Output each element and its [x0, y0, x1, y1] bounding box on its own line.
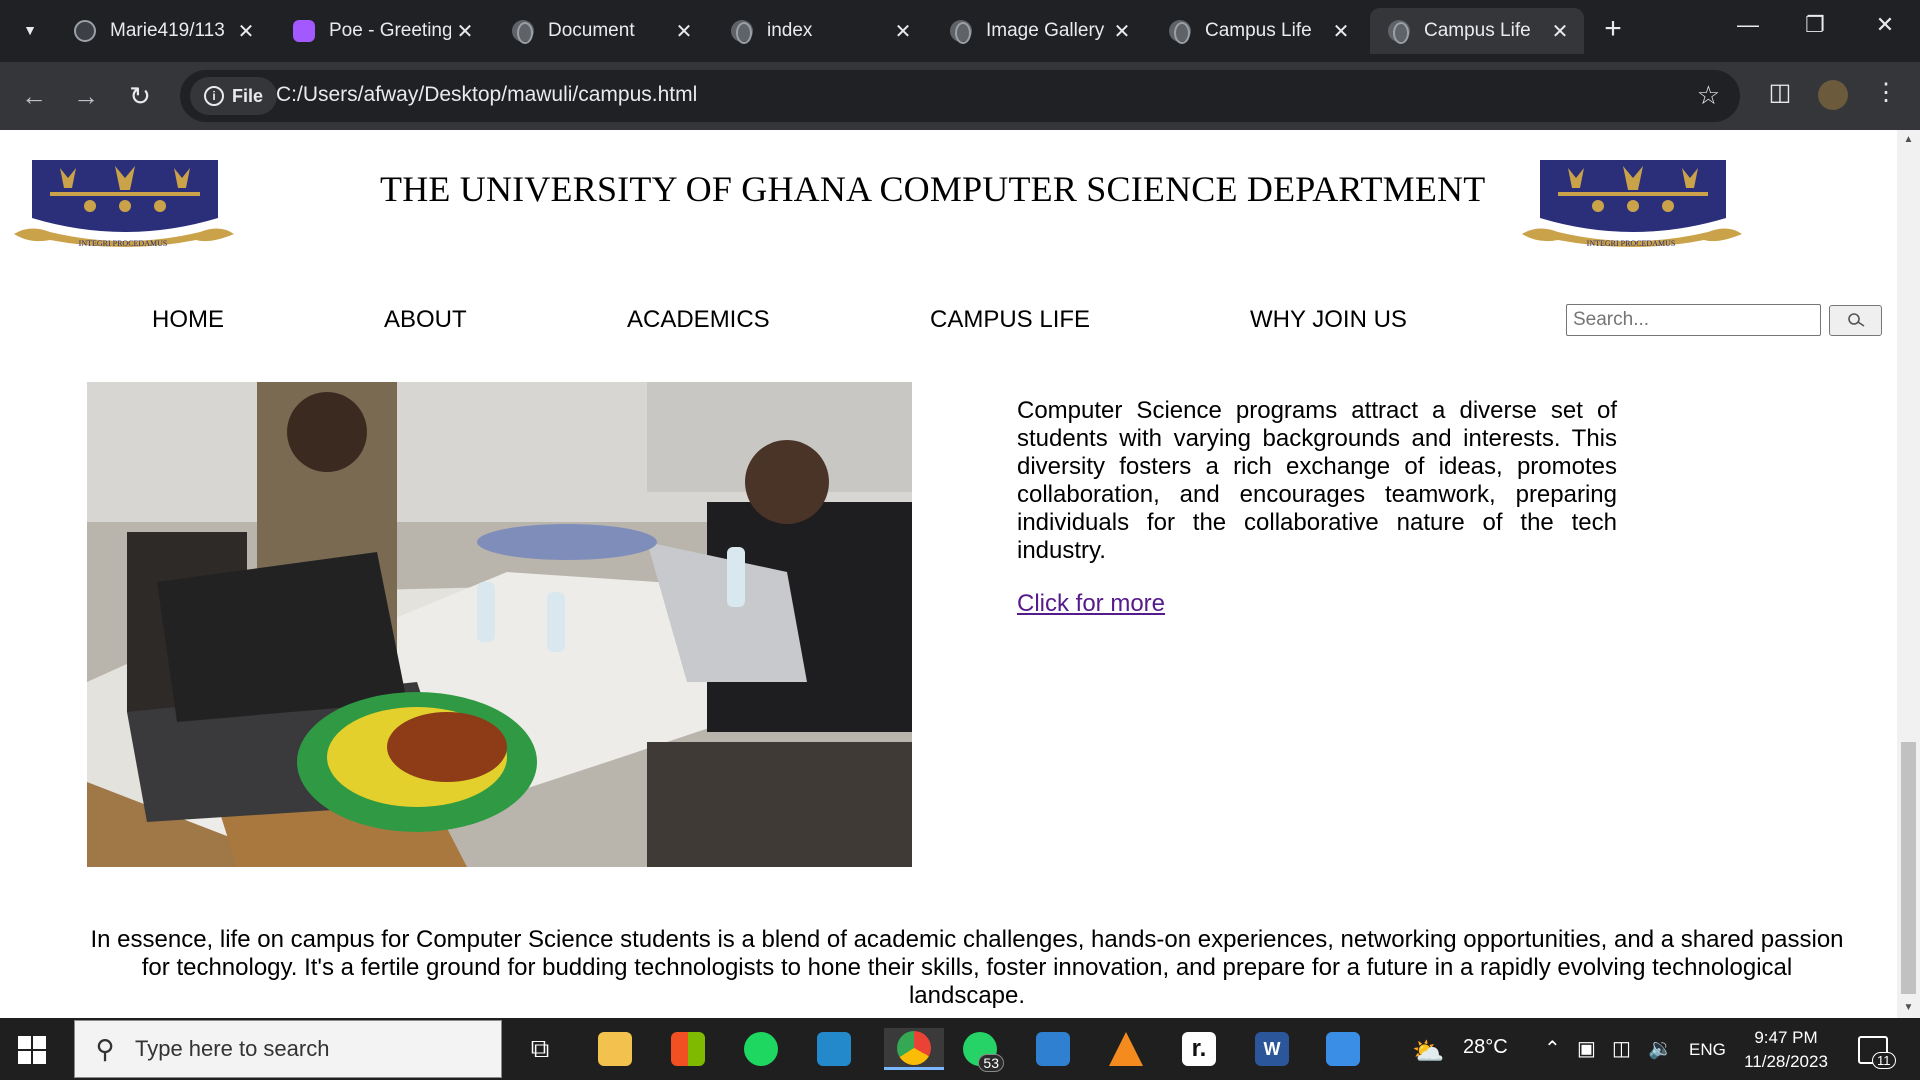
taskbar-search-placeholder: Type here to search [135, 1036, 330, 1061]
nav-campus-life[interactable]: CAMPUS LIFE [930, 306, 1090, 334]
tab-document[interactable]: Document ✕ [494, 8, 708, 54]
tab-close-icon[interactable]: ✕ [451, 19, 479, 44]
minimize-icon[interactable]: — [1723, 12, 1773, 38]
tab-strip: ▼ Marie419/113 ✕ Poe - Greeting ✕ Docume… [0, 0, 1920, 62]
globe-icon [512, 20, 534, 44]
search-icon: ⚲ [95, 1033, 115, 1064]
vscode-icon[interactable] [812, 1028, 856, 1070]
scroll-up-arrow-icon[interactable]: ▲ [1897, 130, 1920, 150]
microsoft-store-icon[interactable] [666, 1028, 710, 1070]
tab-image-gallery[interactable]: Image Gallery ✕ [932, 8, 1146, 54]
campus-students-photo [87, 382, 912, 867]
tab-close-icon[interactable]: ✕ [232, 19, 260, 44]
vlc-icon[interactable] [1104, 1028, 1148, 1070]
word-icon[interactable]: W [1250, 1028, 1294, 1070]
tab-label: Document [548, 20, 635, 41]
tab-index[interactable]: index ✕ [713, 8, 927, 54]
spotify-icon[interactable] [739, 1028, 783, 1070]
nav-home[interactable]: HOME [152, 306, 224, 334]
battery-icon[interactable]: ▣ [1577, 1036, 1596, 1061]
photos-icon[interactable] [1321, 1028, 1365, 1070]
whatsapp-icon[interactable]: 53 [958, 1028, 1004, 1072]
reload-icon[interactable]: ↻ [120, 76, 160, 116]
tab-label: Poe - Greeting [329, 20, 451, 41]
tab-close-icon[interactable]: ✕ [1546, 19, 1574, 44]
weather-icon[interactable]: ⛅ [1412, 1036, 1444, 1067]
crest-motto: INTEGRI PROCEDAMUS [1587, 239, 1676, 248]
chrome-icon[interactable] [884, 1028, 944, 1070]
windows-taskbar: ⚲ Type here to search ⧉ 53 r. W ⛅ 28°C ⌃… [0, 1018, 1920, 1080]
clock-time: 9:47 PM [1754, 1028, 1818, 1047]
tab-github[interactable]: Marie419/113 ✕ [56, 8, 270, 54]
tab-label: Image Gallery [986, 20, 1105, 41]
mail-icon[interactable] [1031, 1028, 1075, 1070]
file-explorer-icon[interactable] [593, 1028, 637, 1070]
address-bar[interactable]: i File C:/Users/afway/Desktop/mawuli/cam… [180, 70, 1740, 122]
forward-arrow-icon[interactable]: → [66, 76, 106, 116]
search-button[interactable] [1829, 305, 1882, 336]
nav-academics[interactable]: ACADEMICS [627, 306, 770, 334]
volume-icon[interactable]: 🔉 [1648, 1036, 1673, 1061]
clock-date: 11/28/2023 [1744, 1052, 1828, 1071]
github-icon [74, 20, 96, 42]
menu-kebab-icon[interactable]: ⋮ [1868, 78, 1904, 107]
tab-label: index [767, 20, 813, 41]
closing-paragraph: In essence, life on campus for Computer … [90, 926, 1844, 1009]
whatsapp-unread-badge: 53 [978, 1054, 1004, 1072]
globe-icon [731, 20, 753, 44]
web-page: INTEGRI PROCEDAMUS THE UNIVERSITY OF GHA… [0, 130, 1897, 1018]
system-clock[interactable]: 9:47 PM 11/28/2023 [1726, 1026, 1846, 1074]
scheme-label: File [232, 85, 264, 106]
tab-label: Campus Life [1205, 20, 1312, 41]
window-close-icon[interactable]: ✕ [1860, 12, 1910, 38]
tab-search-chevron-icon[interactable]: ▼ [10, 10, 50, 50]
roblox-icon[interactable]: r. [1177, 1028, 1221, 1070]
restore-icon[interactable]: ❐ [1790, 12, 1840, 38]
nav-why-join-us[interactable]: WHY JOIN US [1250, 306, 1407, 334]
globe-icon [1169, 20, 1191, 44]
page-title: THE UNIVERSITY OF GHANA COMPUTER SCIENCE… [380, 169, 1486, 209]
scroll-down-arrow-icon[interactable]: ▼ [1897, 998, 1920, 1018]
university-crest-logo-left: INTEGRI PROCEDAMUS [14, 160, 234, 248]
tab-poe[interactable]: Poe - Greeting ✕ [275, 8, 489, 54]
search-input[interactable] [1566, 304, 1821, 336]
tab-campus-life-active[interactable]: Campus Life ✕ [1370, 8, 1584, 54]
task-view-icon[interactable]: ⧉ [518, 1028, 562, 1070]
new-tab-icon[interactable]: + [1595, 12, 1631, 46]
bookmark-star-icon[interactable]: ☆ [1697, 80, 1720, 111]
tab-close-icon[interactable]: ✕ [889, 19, 917, 44]
crest-motto: INTEGRI PROCEDAMUS [79, 239, 168, 248]
poe-icon [293, 20, 315, 42]
tab-close-icon[interactable]: ✕ [670, 19, 698, 44]
info-icon: i [204, 86, 224, 106]
notification-count-badge: 11 [1872, 1052, 1896, 1069]
intro-paragraph: Computer Science programs attract a dive… [1017, 397, 1617, 564]
url-text[interactable]: C:/Users/afway/Desktop/mawuli/campus.htm… [276, 83, 697, 107]
globe-icon [950, 20, 972, 44]
click-for-more-link[interactable]: Click for more [1017, 590, 1165, 618]
tab-campus-life[interactable]: Campus Life ✕ [1151, 8, 1365, 54]
network-icon[interactable]: ◫ [1612, 1036, 1631, 1061]
tab-label: Marie419/113 [110, 20, 225, 41]
side-panel-icon[interactable]: ◫ [1762, 78, 1798, 107]
back-arrow-icon[interactable]: ← [14, 76, 54, 116]
search-icon [1847, 312, 1864, 327]
globe-icon [1388, 20, 1410, 44]
page-scrollbar[interactable]: ▲ ▼ [1897, 130, 1920, 1018]
site-info-chip[interactable]: i File [190, 77, 278, 115]
input-language[interactable]: ENG [1689, 1040, 1726, 1060]
taskbar-search-box[interactable]: ⚲ Type here to search [74, 1020, 502, 1078]
show-hidden-icons-chevron-icon[interactable]: ⌃ [1544, 1036, 1561, 1061]
university-crest-logo-right: INTEGRI PROCEDAMUS [1522, 160, 1742, 248]
tab-close-icon[interactable]: ✕ [1327, 19, 1355, 44]
weather-temperature[interactable]: 28°C [1463, 1036, 1508, 1059]
tab-label: Campus Life [1424, 20, 1531, 41]
browser-toolbar: ← → ↻ i File C:/Users/afway/Desktop/mawu… [0, 62, 1920, 130]
nav-about[interactable]: ABOUT [384, 306, 467, 334]
profile-avatar[interactable] [1818, 80, 1848, 110]
tab-close-icon[interactable]: ✕ [1108, 19, 1136, 44]
scrollbar-thumb[interactable] [1901, 742, 1916, 994]
windows-start-icon[interactable] [18, 1036, 46, 1064]
